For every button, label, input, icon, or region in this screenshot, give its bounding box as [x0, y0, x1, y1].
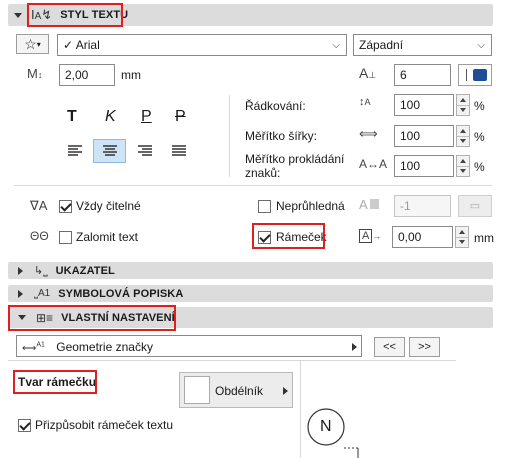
frame-shape-value: Obdélník [215, 384, 264, 398]
align-right-icon [138, 145, 152, 156]
background-color-button[interactable]: ▭ [458, 195, 492, 217]
width-scale-label: Měřítko šířky: [245, 129, 318, 143]
highlight-box [252, 223, 325, 249]
section-title: SYMBOLOVÁ POPISKA [58, 287, 184, 300]
favorites-button[interactable]: ☆▾ [16, 34, 49, 54]
always-readable-checkbox[interactable] [59, 200, 72, 213]
text-size-icon: M↕ [27, 66, 43, 81]
symbol-label-icon: ⎵A1 [34, 288, 51, 299]
font-family-value: Arial [75, 38, 100, 52]
background-pen-icon: A [359, 197, 379, 212]
align-justify-button[interactable] [167, 140, 191, 162]
section-divider [14, 185, 492, 186]
align-left-icon [68, 145, 82, 156]
section-title: UKAZATEL [55, 264, 115, 277]
line-spacing-input[interactable]: 100 [394, 94, 454, 116]
preview-divider [300, 361, 301, 458]
marker-preview [307, 408, 359, 458]
line-spacing-icon: ↕A [359, 96, 371, 108]
prev-page-button[interactable]: << [374, 337, 405, 357]
text-size-unit: mm [121, 68, 141, 82]
geometry-page-select[interactable]: ⟷A1 Geometrie značky [16, 335, 362, 357]
pen-input[interactable]: 6 [394, 64, 451, 86]
font-family-select[interactable]: ✓ Arial ⌵ [57, 34, 347, 56]
char-spacing-input[interactable]: 100 [394, 155, 454, 177]
percent-label: % [474, 130, 485, 144]
underline-button[interactable]: P [141, 108, 152, 126]
geometry-label: Geometrie značky [56, 340, 153, 355]
frame-offset-stepper[interactable] [455, 226, 469, 248]
char-spacing-label-2: znaků: [245, 166, 281, 180]
section-symbolova-popiska[interactable]: ⎵A1 SYMBOLOVÁ POPISKA [8, 285, 493, 302]
always-readable-icon: ∇A [30, 198, 48, 213]
highlight-box [13, 370, 97, 394]
text-size-input[interactable]: 2,00 [59, 64, 115, 86]
wrap-text-icon: ΘΘ [30, 229, 49, 243]
frame-offset-input[interactable]: 0,00 [392, 226, 453, 248]
next-page-button[interactable]: >> [409, 337, 440, 357]
always-readable-label: Vždy čitelné [76, 199, 141, 213]
width-scale-icon: ⟺ [359, 126, 378, 141]
divider [466, 69, 467, 81]
frame-offset-unit: mm [474, 231, 494, 245]
pen-color-swatch [473, 69, 487, 81]
width-scale-stepper[interactable] [456, 125, 470, 147]
frame-shape-picker[interactable]: Obdélník [179, 372, 293, 408]
line-spacing-stepper[interactable] [456, 94, 470, 116]
chevron-down-icon: ⌵ [477, 40, 485, 51]
chevron-down-icon: ⌵ [332, 40, 340, 51]
expand-triangle-icon[interactable] [18, 289, 23, 298]
marker-letter: N [320, 418, 332, 435]
align-center-button[interactable] [93, 139, 126, 163]
chevron-right-icon [352, 343, 357, 351]
wrap-text-checkbox[interactable] [59, 231, 72, 244]
expand-triangle-icon[interactable] [18, 266, 23, 275]
highlight-box [27, 3, 123, 27]
fit-frame-label: Přizpůsobit rámeček textu [35, 418, 174, 432]
italic-button[interactable]: K [105, 108, 116, 126]
chevron-right-icon [283, 387, 288, 395]
script-select[interactable]: Západní ⌵ [353, 34, 492, 56]
align-center-icon [103, 145, 117, 156]
geometry-icon: ⟷A1 [22, 342, 45, 355]
percent-label: % [474, 160, 485, 174]
char-spacing-label-1: Měřítko prokládání [245, 152, 345, 166]
frame-offset-icon: A → [359, 227, 381, 243]
star-icon: ☆ [24, 36, 37, 52]
opaque-checkbox[interactable] [258, 200, 271, 213]
background-pen-input[interactable]: -1 [394, 195, 451, 217]
pen-icon: A⊥ [359, 65, 377, 81]
strikethrough-button[interactable]: P [175, 108, 186, 126]
align-left-button[interactable] [63, 140, 87, 162]
pen-color-button[interactable] [458, 64, 492, 86]
line-spacing-label: Řádkování: [245, 99, 306, 113]
column-divider [229, 95, 230, 177]
char-spacing-icon: A↔A [359, 157, 388, 171]
chevron-down-icon: ▾ [36, 40, 41, 49]
percent-label: % [474, 99, 485, 113]
pointer-icon: ↳⎵ [34, 264, 48, 277]
section-divider [8, 360, 456, 361]
char-spacing-stepper[interactable] [456, 155, 470, 177]
wrap-text-label: Zalomit text [76, 230, 139, 244]
align-justify-icon [172, 145, 186, 156]
script-value: Západní [359, 38, 404, 52]
section-ukazatel[interactable]: ↳⎵ UKAZATEL [8, 262, 493, 279]
collapse-triangle-icon[interactable] [14, 12, 22, 18]
check-icon: ✓ [63, 38, 74, 52]
align-right-button[interactable] [133, 140, 157, 162]
monitor-icon: ▭ [469, 200, 481, 212]
width-scale-input[interactable]: 100 [394, 125, 454, 147]
rectangle-shape-icon [184, 376, 210, 404]
fit-frame-checkbox[interactable] [18, 419, 31, 432]
bold-button[interactable]: T [67, 108, 77, 126]
highlight-box [8, 305, 176, 331]
opaque-label: Neprůhledná [276, 199, 345, 213]
